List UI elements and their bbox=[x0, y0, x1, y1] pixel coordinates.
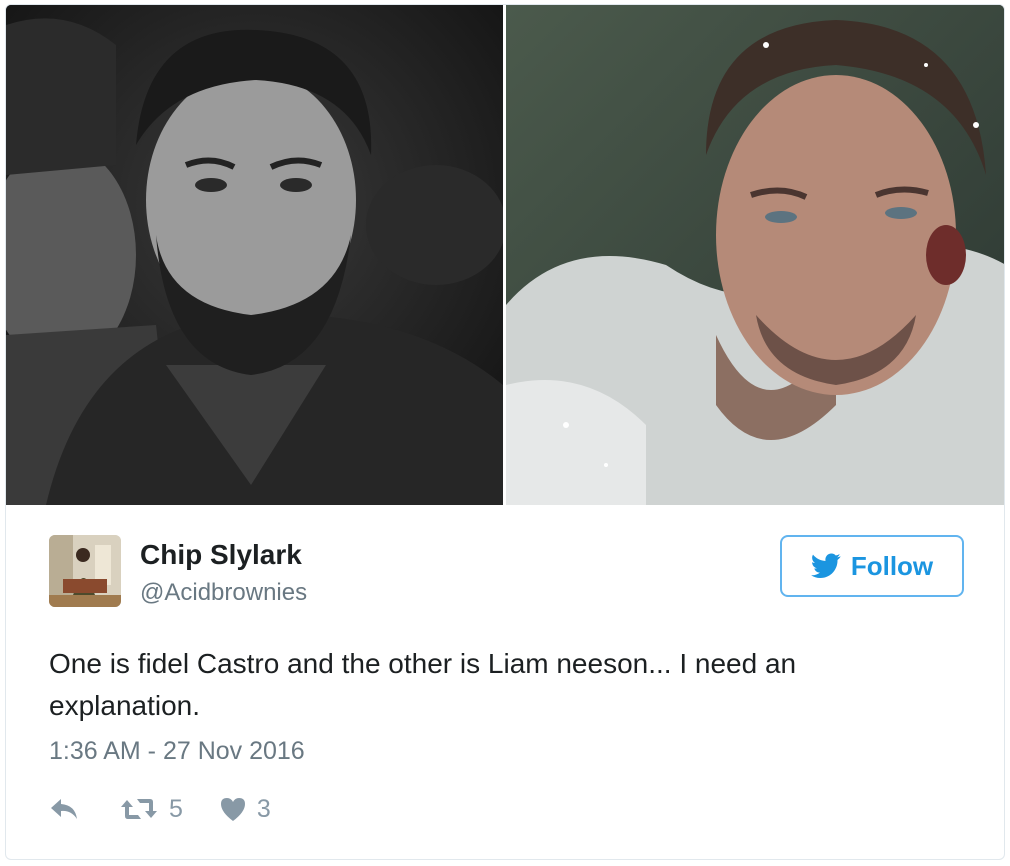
twitter-bird-icon bbox=[810, 553, 841, 579]
retweet-button[interactable]: 5 bbox=[119, 795, 183, 824]
like-button[interactable]: 3 bbox=[219, 795, 271, 824]
tweet-media[interactable] bbox=[6, 5, 1004, 505]
author-handle[interactable]: @Acidbrownies bbox=[140, 579, 307, 607]
reply-button[interactable] bbox=[49, 797, 79, 821]
tweet-header: Chip Slylark @Acidbrownies Follow bbox=[6, 505, 1004, 625]
like-count: 3 bbox=[256, 794, 271, 823]
retweet-count: 5 bbox=[169, 794, 183, 823]
avatar[interactable] bbox=[49, 535, 121, 607]
photo-black-and-white-portrait[interactable] bbox=[6, 5, 503, 505]
tweet-card: Chip Slylark @Acidbrownies Follow One is… bbox=[5, 4, 1005, 860]
tweet-timestamp[interactable]: 1:36 AM - 27 Nov 2016 bbox=[49, 737, 305, 766]
heart-icon bbox=[219, 796, 247, 822]
photo-color-portrait-snow[interactable] bbox=[506, 5, 1004, 505]
reply-icon bbox=[49, 797, 79, 821]
tweet-text: One is fidel Castro and the other is Lia… bbox=[49, 648, 797, 721]
author-display-name[interactable]: Chip Slylark bbox=[140, 539, 302, 571]
follow-button-label: Follow bbox=[850, 550, 934, 581]
follow-button[interactable]: Follow bbox=[780, 535, 964, 597]
tweet-actions: 5 3 bbox=[49, 791, 271, 827]
retweet-icon bbox=[119, 796, 159, 822]
